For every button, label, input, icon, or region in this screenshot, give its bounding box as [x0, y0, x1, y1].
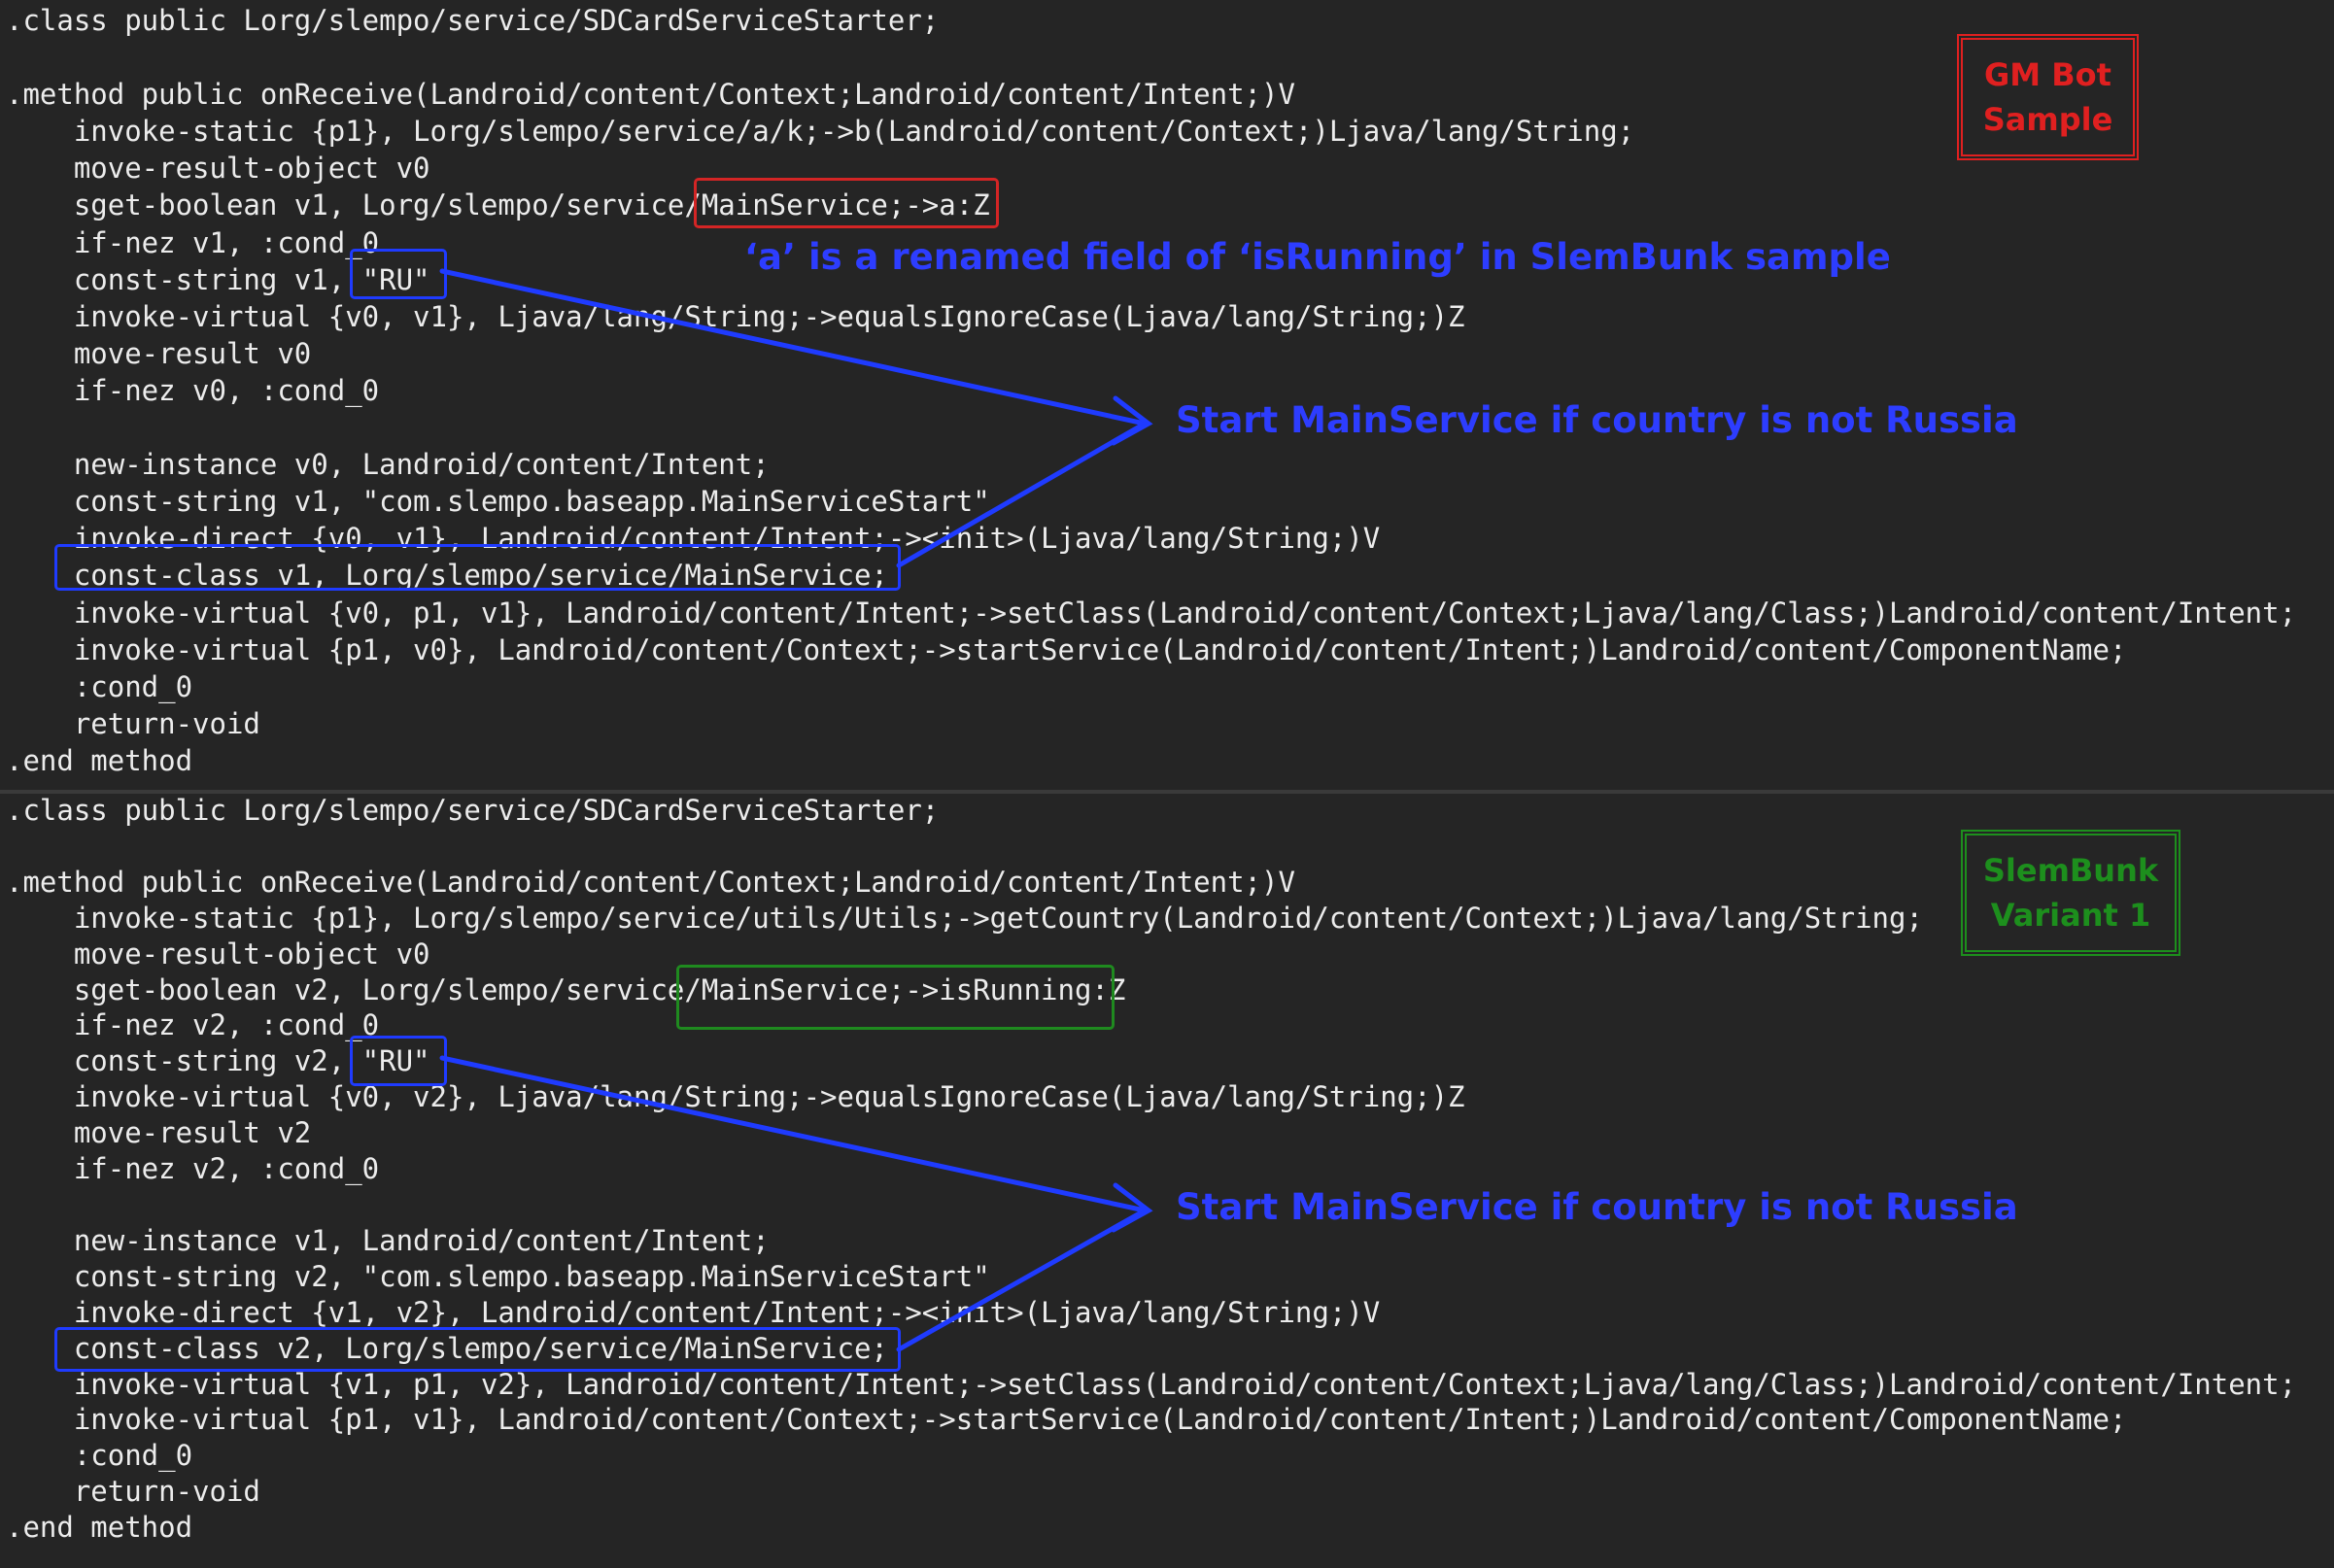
country-check-annotation-top: Start MainService if country is not Russ…: [1176, 399, 2018, 441]
code-line: const-string v2, "RU": [6, 1044, 430, 1078]
code-line: new-instance v0, Landroid/content/Intent…: [6, 448, 770, 482]
code-line: const-class v2, Lorg/slempo/service/Main…: [6, 1331, 888, 1365]
code-line: invoke-virtual {v0, p1, v1}, Landroid/co…: [6, 596, 2297, 630]
code-line: move-result-object v0: [6, 152, 430, 186]
code-line: :cond_0: [6, 1439, 193, 1473]
slembunk-smali-code: .class public Lorg/slempo/service/SDCard…: [6, 793, 2296, 1546]
code-line: if-nez v2, :cond_0: [6, 1152, 380, 1186]
code-line: new-instance v1, Landroid/content/Intent…: [6, 1223, 770, 1257]
sample-label-line: SlemBunk: [1982, 852, 2159, 889]
code-line: move-result-object v0: [6, 937, 430, 971]
code-line: invoke-virtual {p1, v0}, Landroid/conten…: [6, 632, 2127, 666]
sample-label-line: GM Bot: [1984, 56, 2111, 93]
code-line: invoke-virtual {v0, v1}, Ljava/lang/Stri…: [6, 299, 1465, 333]
code-line: return-void: [6, 1475, 260, 1509]
code-line: .class public Lorg/slempo/service/SDCard…: [6, 794, 940, 827]
code-line: invoke-direct {v1, v2}, Landroid/content…: [6, 1295, 1381, 1329]
code-line: .end method: [6, 1511, 193, 1545]
code-line: invoke-virtual {v0, v2}, Ljava/lang/Stri…: [6, 1080, 1465, 1114]
code-line: const-string v2, "com.slempo.baseapp.Mai…: [6, 1259, 990, 1293]
code-line: return-void: [6, 706, 260, 740]
code-line: :cond_0: [6, 669, 193, 703]
code-line: .method public onReceive(Landroid/conten…: [6, 865, 1295, 899]
code-line: .method public onReceive(Landroid/conten…: [6, 78, 1295, 112]
code-line: const-string v1, "com.slempo.baseapp.Mai…: [6, 485, 990, 519]
code-line: invoke-virtual {v1, p1, v2}, Landroid/co…: [6, 1367, 2297, 1401]
code-line: move-result v2: [6, 1116, 312, 1150]
code-line: if-nez v2, :cond_0: [6, 1008, 380, 1042]
code-line: invoke-static {p1}, Lorg/slempo/service/…: [6, 901, 1923, 935]
sample-label-line: Sample: [1982, 101, 2113, 138]
code-line: invoke-direct {v0, v1}, Landroid/content…: [6, 522, 1381, 556]
slembunk-variant-label: SlemBunk Variant 1: [1961, 830, 2180, 956]
code-line: .end method: [6, 743, 193, 777]
rename-annotation: ‘a’ is a renamed field of ‘isRunning’ in…: [744, 236, 1891, 278]
country-check-annotation-bottom: Start MainService if country is not Russ…: [1176, 1186, 2018, 1228]
code-line: move-result v0: [6, 336, 312, 370]
code-line: invoke-virtual {p1, v1}, Landroid/conten…: [6, 1403, 2127, 1437]
gm-bot-sample-label: GM Bot Sample: [1957, 34, 2139, 160]
sample-label-line: Variant 1: [1990, 897, 2151, 934]
code-line: .class public Lorg/slempo/service/SDCard…: [6, 4, 940, 37]
code-line: invoke-static {p1}, Lorg/slempo/service/…: [6, 115, 1635, 149]
code-line: sget-boolean v2, Lorg/slempo/service/Mai…: [6, 972, 1126, 1006]
code-line: sget-boolean v1, Lorg/slempo/service/Mai…: [6, 188, 990, 222]
code-line: const-class v1, Lorg/slempo/service/Main…: [6, 559, 888, 593]
gm-bot-smali-code: .class public Lorg/slempo/service/SDCard…: [6, 2, 2296, 779]
